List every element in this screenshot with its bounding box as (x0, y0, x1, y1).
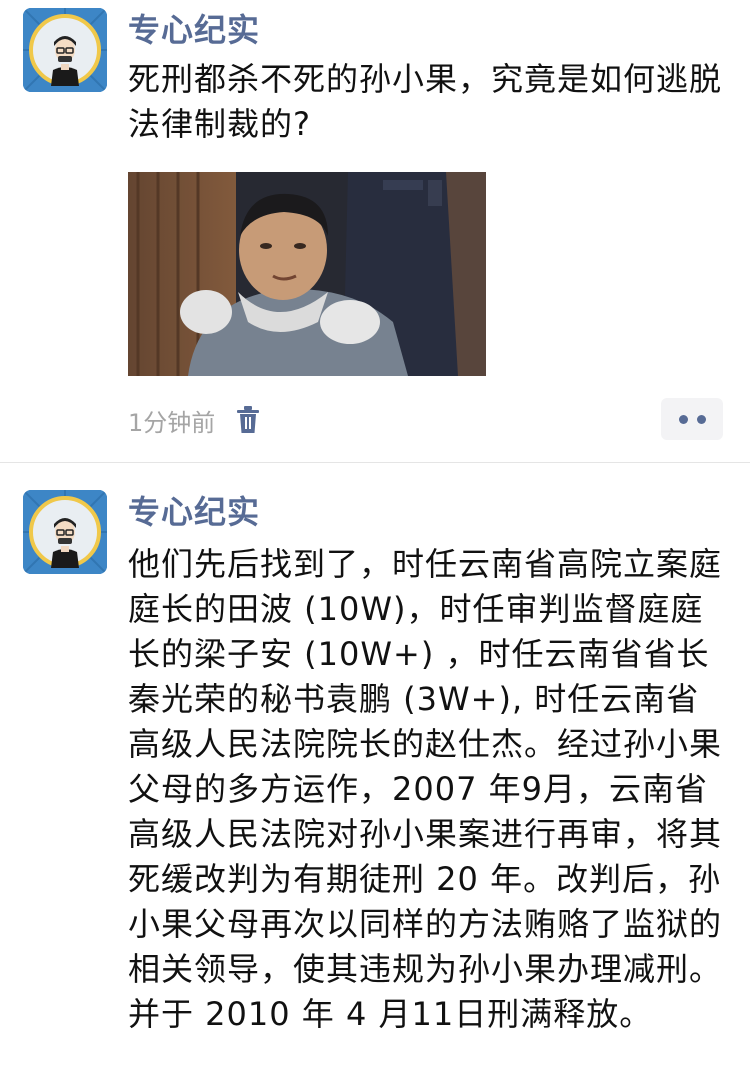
courtroom-photo (128, 172, 486, 376)
post-meta: 1分钟前 (128, 402, 261, 438)
author-name[interactable]: 专心纪实 (128, 10, 260, 50)
cartoon-person-avatar (23, 8, 107, 92)
post-text: 死刑都杀不死的孙小果，究竟是如何逃脱法律制裁的? (128, 60, 723, 143)
timestamp: 1分钟前 (128, 408, 216, 437)
avatar[interactable] (23, 8, 107, 92)
avatar[interactable] (23, 490, 107, 574)
more-dots-icon (678, 414, 688, 424)
more-dots-icon (696, 414, 706, 424)
trash-icon[interactable] (235, 405, 261, 435)
more-button[interactable] (661, 398, 723, 440)
post-divider (0, 462, 750, 463)
post-image[interactable] (128, 172, 486, 376)
post-text: 他们先后找到了，时任云南省高院立案庭庭长的田波 (10W)，时任审判监督庭庭长的… (128, 545, 723, 1033)
author-name[interactable]: 专心纪实 (128, 492, 260, 532)
cartoon-person-avatar (23, 490, 107, 574)
